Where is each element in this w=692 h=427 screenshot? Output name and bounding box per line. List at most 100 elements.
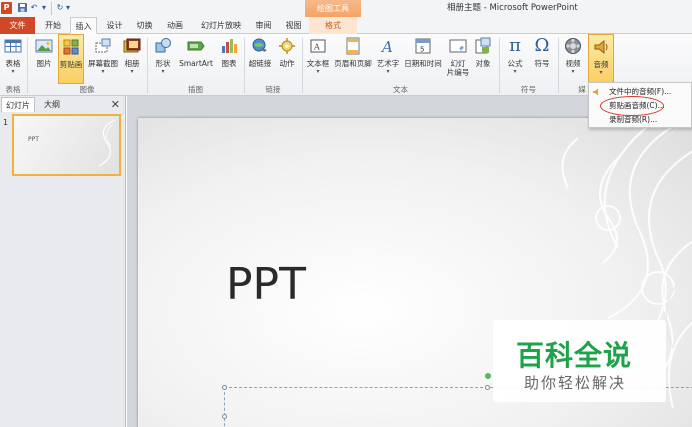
group-label-symbols: 符号 xyxy=(521,85,536,94)
slide-number-button[interactable]: # 幻灯 片编号 xyxy=(446,34,470,84)
picture-button[interactable]: 图片 xyxy=(33,34,55,84)
smartart-button-label: SmartArt xyxy=(179,59,213,68)
object-button[interactable]: 对象 xyxy=(472,34,494,84)
hyperlink-button-label: 超链接 xyxy=(248,59,272,68)
hyperlink-icon xyxy=(252,38,267,52)
wordart-button[interactable]: A 艺术字 ▾ xyxy=(376,34,400,84)
tab-slideshow[interactable]: 幻灯片放映 xyxy=(193,17,249,34)
symbol-button-label: 符号 xyxy=(534,59,550,68)
screenshot-icon xyxy=(95,38,111,53)
tab-review[interactable]: 审阅 xyxy=(250,17,277,34)
symbol-button[interactable]: Ω 符号 xyxy=(530,34,554,84)
shapes-button[interactable]: 形状 ▾ xyxy=(152,34,174,84)
screenshot-dropdown-arrow: ▾ xyxy=(101,68,105,75)
resize-handle[interactable] xyxy=(222,385,227,390)
album-button[interactable]: 相册 ▾ xyxy=(121,34,143,84)
shapes-button-label: 形状 xyxy=(155,59,171,68)
resize-handle[interactable] xyxy=(485,385,490,390)
highlight-circle-annotation xyxy=(600,96,664,116)
table-button-label: 表格 xyxy=(5,59,21,68)
menu-item-label: 文件中的音频(F)... xyxy=(609,87,672,96)
tab-format[interactable]: 格式 xyxy=(309,17,357,34)
watermark-badge: 百科全说 助你轻松解决 xyxy=(493,320,666,402)
tab-file[interactable]: 文件 xyxy=(0,17,35,34)
wordart-button-label: 艺术字 xyxy=(376,59,400,68)
equation-button-label: 公式 xyxy=(507,59,523,68)
group-divider xyxy=(558,38,559,93)
slide-thumbnail[interactable]: PPT xyxy=(12,114,121,176)
video-button-label: 视频 xyxy=(565,59,581,68)
slide-number-icon: # xyxy=(449,39,467,53)
customize-qat-icon[interactable]: ▾ xyxy=(64,3,72,13)
smartart-icon xyxy=(187,41,205,51)
powerpoint-logo-icon: P xyxy=(1,2,12,14)
thumbnail-swirl-decoration xyxy=(98,119,116,167)
album-button-label: 相册 xyxy=(124,59,140,68)
equation-dropdown-arrow: ▾ xyxy=(513,68,517,75)
wordart-dropdown-arrow: ▾ xyxy=(386,68,390,75)
watermark-title: 百科全说 xyxy=(516,339,633,372)
object-icon xyxy=(475,37,491,54)
audio-file-icon xyxy=(593,88,598,96)
hyperlink-button[interactable]: 超链接 xyxy=(247,34,273,84)
album-icon xyxy=(123,38,141,53)
resize-handle[interactable] xyxy=(222,414,227,419)
panel-tab-outline[interactable]: 大纲 xyxy=(37,97,67,112)
header-footer-button[interactable]: 页眉和页脚 xyxy=(332,34,374,84)
save-icon[interactable] xyxy=(17,3,27,13)
tab-view[interactable]: 视图 xyxy=(280,17,307,34)
slide-title[interactable]: PPT xyxy=(226,259,306,310)
clipart-button-label: 剪贴画 xyxy=(59,60,83,69)
chart-icon xyxy=(222,39,237,53)
action-button[interactable]: 动作 xyxy=(276,34,298,84)
ribbon-tabs: 文件 开始 插入 设计 切换 动画 幻灯片放映 审阅 视图 格式 xyxy=(0,17,692,34)
audio-icon xyxy=(594,39,608,55)
screenshot-button-label: 屏幕截图 xyxy=(88,59,118,68)
datetime-button[interactable]: 5 日期和时间 xyxy=(401,34,445,84)
equation-button[interactable]: π 公式 ▾ xyxy=(503,34,527,84)
slides-panel: 幻灯片 大纲 ✕ 1 PPT xyxy=(0,96,126,427)
action-icon xyxy=(279,38,295,54)
table-button[interactable]: 表格 ▾ xyxy=(2,34,24,84)
chart-button-label: 图表 xyxy=(221,59,237,68)
tab-transitions[interactable]: 切换 xyxy=(131,17,158,34)
group-label-images: 图像 xyxy=(79,85,95,94)
close-panel-icon[interactable]: ✕ xyxy=(111,97,120,112)
textbox-button-label: 文本框 xyxy=(306,59,330,68)
svg-text:5: 5 xyxy=(420,46,424,54)
video-icon xyxy=(565,38,581,54)
tab-design[interactable]: 设计 xyxy=(101,17,128,34)
panel-tab-slides[interactable]: 幻灯片 xyxy=(1,97,35,112)
album-dropdown-arrow: ▾ xyxy=(130,68,134,75)
picture-icon xyxy=(35,39,53,53)
svg-text:#: # xyxy=(459,46,464,53)
tab-home[interactable]: 开始 xyxy=(39,17,67,34)
table-dropdown-arrow: ▾ xyxy=(11,68,15,75)
datetime-button-label: 日期和时间 xyxy=(404,59,442,68)
watermark-subtitle: 助你轻松解决 xyxy=(524,374,627,392)
textbox-button[interactable]: A 文本框 ▾ xyxy=(305,34,331,84)
picture-button-label: 图片 xyxy=(36,59,52,68)
clipart-button[interactable]: 剪贴画 xyxy=(58,34,84,84)
wordart-icon: A xyxy=(380,38,393,55)
rotation-handle[interactable] xyxy=(485,373,491,379)
tab-animations[interactable]: 动画 xyxy=(161,17,189,34)
shapes-dropdown-arrow: ▾ xyxy=(161,68,165,75)
action-button-label: 动作 xyxy=(279,59,295,68)
slide-thumbnail-title: PPT xyxy=(28,136,39,143)
textbox-dropdown-arrow: ▾ xyxy=(316,68,320,75)
undo-dropdown-icon[interactable]: ▾ xyxy=(40,3,48,13)
header-footer-icon xyxy=(346,37,360,55)
screenshot-button[interactable]: 屏幕截图 ▾ xyxy=(86,34,120,84)
undo-icon[interactable]: ↶ xyxy=(29,3,39,13)
group-label-illustrations: 插图 xyxy=(188,85,203,94)
menu-item-label: 录制音频(R)... xyxy=(609,115,658,124)
chart-button[interactable]: 图表 xyxy=(218,34,240,84)
smartart-button[interactable]: SmartArt xyxy=(176,34,216,84)
audio-button[interactable]: 音频 ▾ xyxy=(588,34,614,84)
svg-text:A: A xyxy=(380,38,393,55)
svg-text:A: A xyxy=(313,43,320,52)
audio-dropdown-arrow: ▾ xyxy=(599,69,603,76)
video-button[interactable]: 视频 ▾ xyxy=(561,34,585,84)
tab-insert[interactable]: 插入 xyxy=(70,17,97,34)
